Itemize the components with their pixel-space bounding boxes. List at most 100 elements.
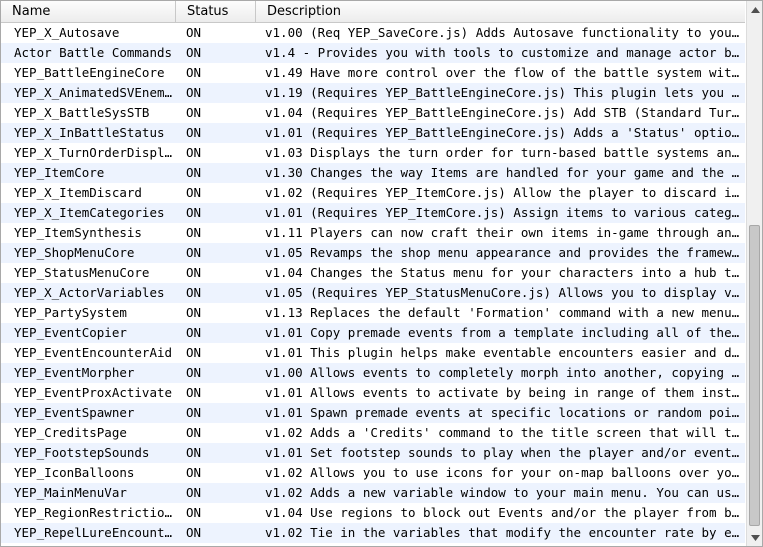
plugin-list[interactable]: Name Status Description YEP_X_Autosave ON… bbox=[0, 0, 763, 547]
table-row[interactable]: YEP_StatusMenuCore ON v1.04 Changes the St… bbox=[1, 263, 745, 283]
column-header-name[interactable]: Name bbox=[1, 1, 176, 22]
plugin-name-cell: YEP_FootstepSounds bbox=[14, 445, 150, 460]
plugin-description-cell: v1.02 (Requires YEP_ItemCore.js) Allow t… bbox=[265, 185, 743, 200]
plugin-status-cell: ON bbox=[186, 105, 202, 120]
plugin-description-cell: v1.01 (Requires YEP_ItemCore.js) Assign … bbox=[265, 205, 743, 220]
plugin-status-cell: ON bbox=[186, 205, 202, 220]
plugin-name-cell: YEP_BattleEngineCore bbox=[14, 65, 165, 80]
table-row[interactable]: YEP_X_ItemDiscard ON v1.02 (Requires YEP_I… bbox=[1, 183, 745, 203]
plugin-name-cell: YEP_RepelLureEncount… bbox=[14, 525, 173, 540]
plugin-name-cell: Actor Battle Commands bbox=[14, 45, 173, 60]
plugin-description-cell: v1.04 (Requires YEP_BattleEngineCore.js)… bbox=[265, 105, 743, 120]
table-row[interactable]: YEP_MainMenuVar ON v1.02 Adds a new variab… bbox=[1, 483, 745, 503]
table-row[interactable]: YEP_RepelLureEncount… ON v1.02 Tie in the … bbox=[1, 523, 745, 543]
plugin-name-cell: YEP_X_TurnOrderDisplay bbox=[14, 145, 174, 160]
plugin-status-cell: ON bbox=[186, 285, 202, 300]
table-row[interactable]: YEP_EventCopier ON v1.01 Copy premade even… bbox=[1, 323, 745, 343]
plugin-description-cell: v1.13 Replaces the default 'Formation' c… bbox=[265, 305, 743, 320]
plugin-description-cell: v1.00 Allows events to completely morph … bbox=[265, 365, 743, 380]
plugin-status-cell: ON bbox=[186, 225, 202, 240]
table-header: Name Status Description bbox=[1, 1, 745, 23]
plugin-name-cell: YEP_StatusMenuCore bbox=[14, 265, 150, 280]
scroll-down-button[interactable] bbox=[747, 529, 762, 546]
table-row[interactable]: YEP_X_AnimatedSVEnem… ON v1.19 (Requires Y… bbox=[1, 83, 745, 103]
triangle-down-icon bbox=[750, 534, 760, 541]
vertical-scrollbar[interactable] bbox=[746, 1, 762, 546]
plugin-description-cell: v1.03 Displays the turn order for turn-b… bbox=[265, 145, 743, 160]
plugin-status-cell: ON bbox=[186, 265, 202, 280]
plugin-description-cell: v1.02 Tie in the variables that modify t… bbox=[265, 525, 743, 540]
plugin-status-cell: ON bbox=[186, 245, 202, 260]
plugin-name-cell: YEP_IconBalloons bbox=[14, 465, 135, 480]
column-header-description[interactable]: Description bbox=[256, 1, 745, 22]
plugin-status-cell: ON bbox=[186, 305, 202, 320]
plugin-status-cell: ON bbox=[186, 485, 202, 500]
plugin-status-cell: ON bbox=[186, 385, 202, 400]
plugin-status-cell: ON bbox=[186, 145, 202, 160]
plugin-description-cell: v1.01 Set footstep sounds to play when t… bbox=[265, 445, 743, 460]
plugin-name-cell: YEP_X_AnimatedSVEnem… bbox=[14, 85, 173, 100]
scroll-up-button[interactable] bbox=[747, 1, 762, 18]
plugin-status-cell: ON bbox=[186, 25, 202, 40]
plugin-name-cell: YEP_EventSpawner bbox=[14, 405, 135, 420]
table-row[interactable]: YEP_ShopMenuCore ON v1.05 Revamps the shop… bbox=[1, 243, 745, 263]
table-row[interactable]: YEP_ItemCore ON v1.30 Changes the way Item… bbox=[1, 163, 745, 183]
table-row[interactable]: YEP_X_BattleSysSTB ON v1.04 (Requires YEP_… bbox=[1, 103, 745, 123]
plugin-status-cell: ON bbox=[186, 125, 202, 140]
plugin-status-cell: ON bbox=[186, 445, 202, 460]
column-header-status[interactable]: Status bbox=[176, 1, 256, 22]
table-row[interactable]: YEP_X_ItemCategories ON v1.01 (Requires YE… bbox=[1, 203, 745, 223]
plugin-description-cell: v1.11 Players can now craft their own it… bbox=[265, 225, 743, 240]
plugin-status-cell: ON bbox=[186, 425, 202, 440]
table-body: YEP_X_Autosave ON v1.00 (Req YEP_SaveCore.… bbox=[1, 23, 745, 543]
plugin-status-cell: ON bbox=[186, 345, 202, 360]
plugin-name-cell: YEP_EventMorpher bbox=[14, 365, 135, 380]
table-row[interactable]: YEP_ItemSynthesis ON v1.11 Players can now… bbox=[1, 223, 745, 243]
plugin-status-cell: ON bbox=[186, 65, 202, 80]
table-row[interactable]: YEP_EventProxActivate ON v1.01 Allows even… bbox=[1, 383, 745, 403]
table-row[interactable]: YEP_X_InBattleStatus ON v1.01 (Requires YE… bbox=[1, 123, 745, 143]
plugin-name-cell: YEP_RegionRestrictions bbox=[14, 505, 174, 520]
plugin-name-cell: YEP_X_InBattleStatus bbox=[14, 125, 165, 140]
plugin-description-cell: v1.4 - Provides you with tools to custom… bbox=[265, 45, 743, 60]
plugin-name-cell: YEP_ItemCore bbox=[14, 165, 105, 180]
plugin-status-cell: ON bbox=[186, 45, 202, 60]
triangle-up-icon bbox=[750, 6, 760, 13]
plugin-status-cell: ON bbox=[186, 465, 202, 480]
table-row[interactable]: YEP_CreditsPage ON v1.02 Adds a 'Credits' … bbox=[1, 423, 745, 443]
table-row[interactable]: YEP_FootstepSounds ON v1.01 Set footstep s… bbox=[1, 443, 745, 463]
plugin-description-cell: v1.04 Changes the Status menu for your c… bbox=[265, 265, 743, 280]
plugin-description-cell: v1.01 Allows events to activate by being… bbox=[265, 385, 743, 400]
plugin-status-cell: ON bbox=[186, 325, 202, 340]
plugin-status-cell: ON bbox=[186, 185, 202, 200]
plugin-name-cell: YEP_ShopMenuCore bbox=[14, 245, 135, 260]
plugin-name-cell: YEP_X_ItemCategories bbox=[14, 205, 165, 220]
table-row[interactable]: YEP_EventEncounterAid ON v1.01 This plugin… bbox=[1, 343, 745, 363]
table-row[interactable]: YEP_PartySystem ON v1.13 Replaces the defa… bbox=[1, 303, 745, 323]
plugin-description-cell: v1.05 (Requires YEP_StatusMenuCore.js) A… bbox=[265, 285, 743, 300]
plugin-status-cell: ON bbox=[186, 525, 202, 540]
plugin-name-cell: YEP_X_ActorVariables bbox=[14, 285, 165, 300]
plugin-name-cell: YEP_MainMenuVar bbox=[14, 485, 127, 500]
table-row[interactable]: YEP_X_Autosave ON v1.00 (Req YEP_SaveCore.… bbox=[1, 23, 745, 43]
plugin-description-cell: v1.01 This plugin helps make eventable e… bbox=[265, 345, 743, 360]
plugin-status-cell: ON bbox=[186, 405, 202, 420]
plugin-name-cell: YEP_EventProxActivate bbox=[14, 385, 173, 400]
scroll-thumb[interactable] bbox=[749, 225, 760, 526]
plugin-name-cell: YEP_X_Autosave bbox=[14, 25, 120, 40]
plugin-name-cell: YEP_X_ItemDiscard bbox=[14, 185, 142, 200]
table-row[interactable]: YEP_X_TurnOrderDisplay ON v1.03 Displays t… bbox=[1, 143, 745, 163]
plugin-description-cell: v1.19 (Requires YEP_BattleEngineCore.js)… bbox=[265, 85, 743, 100]
table-row[interactable]: YEP_RegionRestrictions ON v1.04 Use region… bbox=[1, 503, 745, 523]
plugin-description-cell: v1.00 (Req YEP_SaveCore.js) Adds Autosav… bbox=[265, 25, 743, 40]
table-row[interactable]: Actor Battle Commands ON v1.4 - Provides y… bbox=[1, 43, 745, 63]
table-row[interactable]: YEP_BattleEngineCore ON v1.49 Have more co… bbox=[1, 63, 745, 83]
plugin-status-cell: ON bbox=[186, 505, 202, 520]
plugin-name-cell: YEP_EventCopier bbox=[14, 325, 127, 340]
plugin-name-cell: YEP_CreditsPage bbox=[14, 425, 127, 440]
table-row[interactable]: YEP_IconBalloons ON v1.02 Allows you to us… bbox=[1, 463, 745, 483]
table-row[interactable]: YEP_EventSpawner ON v1.01 Spawn premade ev… bbox=[1, 403, 745, 423]
plugin-description-cell: v1.01 (Requires YEP_BattleEngineCore.js)… bbox=[265, 125, 743, 140]
table-row[interactable]: YEP_EventMorpher ON v1.00 Allows events to… bbox=[1, 363, 745, 383]
table-row[interactable]: YEP_X_ActorVariables ON v1.05 (Requires YE… bbox=[1, 283, 745, 303]
